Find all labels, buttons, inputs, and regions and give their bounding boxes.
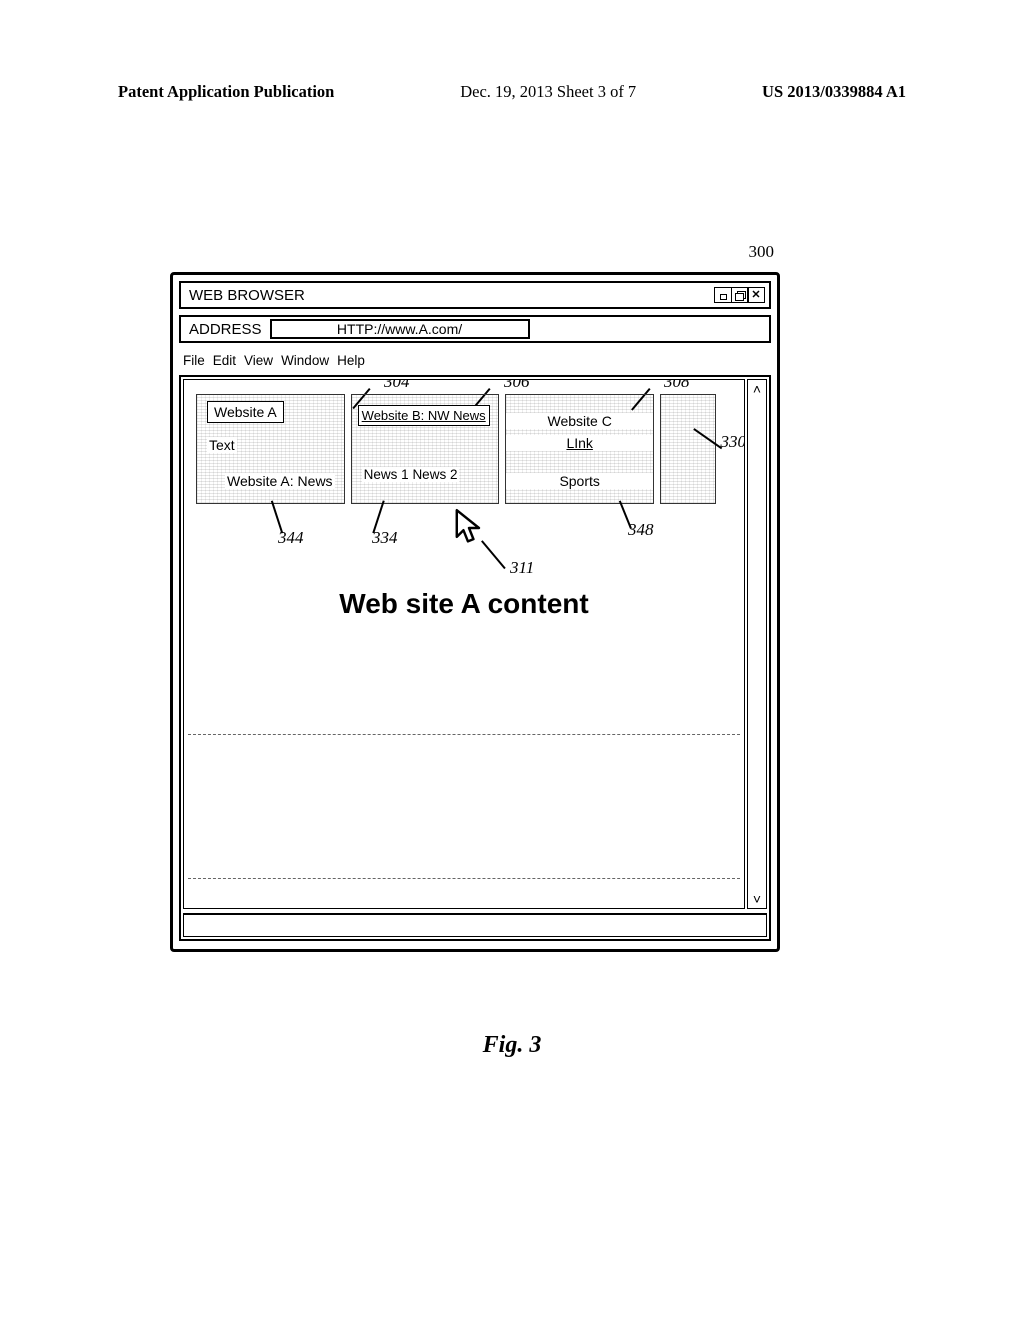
dashed-separator-2	[188, 878, 740, 879]
address-label: ADDRESS	[181, 321, 270, 338]
ref-308: 308	[664, 379, 690, 392]
ref-306: 306	[504, 379, 530, 392]
vertical-scrollbar[interactable]: ˄ ˅	[747, 379, 767, 909]
browser-window: WEB BROWSER ✕ ADDRESS HTTP://www.A.com/ …	[170, 272, 780, 952]
status-bar	[183, 913, 767, 937]
content-frame: 304 306 308 Website A Text Website A: Ne…	[179, 375, 771, 941]
page-header: Patent Application Publication Dec. 19, …	[118, 82, 906, 102]
viewport: 304 306 308 Website A Text Website A: Ne…	[183, 379, 745, 909]
page-content-heading: Web site A content	[184, 588, 744, 620]
address-bar: ADDRESS HTTP://www.A.com/	[179, 315, 771, 343]
tab-b-box: Website B: NW News	[358, 405, 490, 426]
ref-348: 348	[628, 520, 654, 540]
tab-a-box: Website A	[207, 401, 284, 423]
tab-c-title: Website C	[506, 413, 653, 429]
scroll-down-icon[interactable]: ˅	[748, 890, 766, 908]
window-title: WEB BROWSER	[189, 287, 305, 304]
scroll-up-icon[interactable]: ˄	[748, 380, 766, 398]
maximize-button[interactable]	[731, 287, 749, 303]
header-left: Patent Application Publication	[118, 82, 334, 102]
window-controls: ✕	[716, 287, 766, 303]
tab-blank[interactable]	[660, 394, 716, 504]
leader-311	[481, 540, 505, 569]
tab-website-c[interactable]: Website C LInk Sports	[505, 394, 654, 504]
menu-view[interactable]: View	[244, 353, 275, 368]
leader-348	[619, 500, 632, 528]
window-titlebar: WEB BROWSER ✕	[179, 281, 771, 309]
figure-wrap: 300 WEB BROWSER ✕ ADDRESS HTTP://www.A.c…	[170, 254, 780, 944]
ref-334: 334	[372, 528, 398, 548]
ref-311: 311	[510, 558, 534, 578]
minimize-button[interactable]	[714, 287, 732, 303]
tab-website-a[interactable]: Website A Text Website A: News	[196, 394, 345, 504]
tab-a-news-label[interactable]: Website A: News	[225, 473, 335, 489]
tab-c-sports-label[interactable]: Sports	[506, 473, 653, 489]
menu-help[interactable]: Help	[337, 353, 367, 368]
menu-file[interactable]: File	[183, 353, 207, 368]
tab-a-text-label: Text	[207, 437, 237, 453]
menubar: File Edit View Window Help	[183, 353, 367, 368]
ref-330: 330	[721, 432, 746, 452]
cursor-icon	[452, 508, 486, 548]
tab-website-b[interactable]: Website B: NW News News 1 News 2	[351, 394, 500, 504]
tab-b-news-label[interactable]: News 1 News 2	[362, 467, 460, 482]
dashed-separator-1	[188, 734, 740, 735]
menu-edit[interactable]: Edit	[213, 353, 238, 368]
header-right: US 2013/0339884 A1	[762, 82, 906, 102]
ref-304: 304	[384, 379, 410, 392]
menu-window[interactable]: Window	[281, 353, 331, 368]
tab-c-link[interactable]: LInk	[506, 435, 653, 451]
close-button[interactable]: ✕	[747, 287, 765, 303]
address-field[interactable]: HTTP://www.A.com/	[270, 319, 530, 339]
figure-caption: Fig. 3	[0, 1032, 1024, 1059]
tab-strip: Website A Text Website A: News Website B…	[196, 394, 716, 504]
ref-300: 300	[749, 242, 775, 262]
header-mid: Dec. 19, 2013 Sheet 3 of 7	[460, 82, 636, 102]
